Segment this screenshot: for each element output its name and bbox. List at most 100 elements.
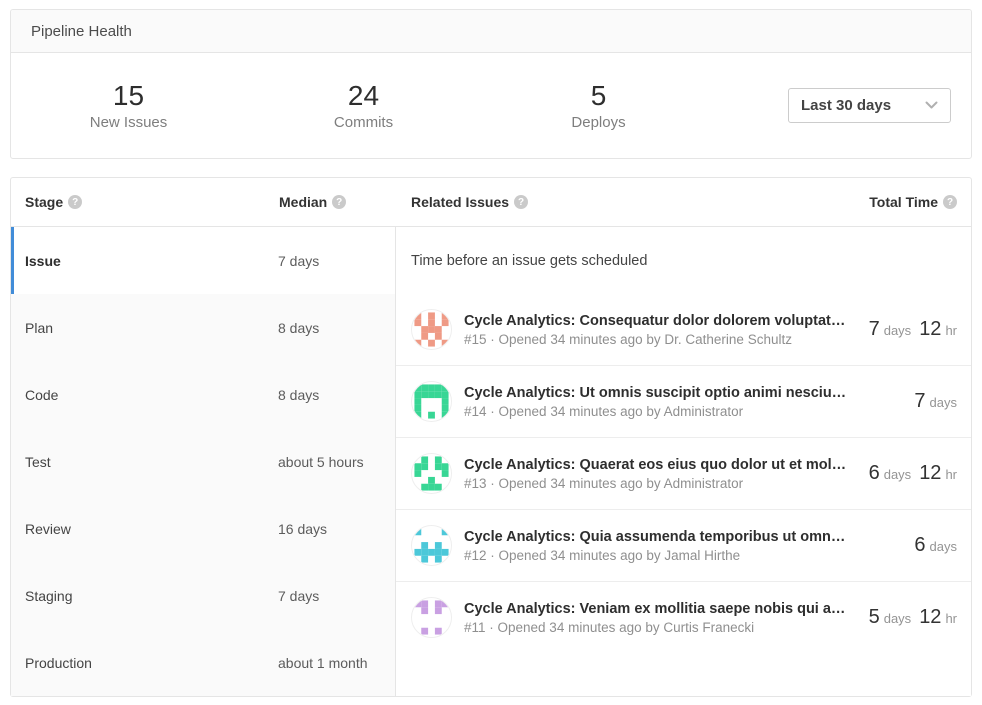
stat-label: Commits (246, 114, 481, 131)
events-panel: Time before an issue gets scheduled Cycl… (396, 227, 971, 696)
issue-meta-text: #13 · Opened 34 minutes ago by (464, 476, 661, 491)
author-avatar[interactable] (411, 453, 452, 494)
stage-name: Test (25, 454, 278, 470)
stage-name: Code (25, 387, 278, 403)
pipeline-health-card: Pipeline Health 15 New Issues 24 Commits… (10, 9, 972, 159)
issue-title-link[interactable]: Cycle Analytics: Quaerat eos eius quo do… (464, 457, 855, 473)
issue-author-link[interactable]: Jamal Hirthe (664, 548, 740, 563)
stage-row-production[interactable]: Production about 1 month (11, 629, 395, 696)
stat-label: Deploys (481, 114, 716, 131)
stage-row-test[interactable]: Test about 5 hours (11, 428, 395, 495)
issue-title-link[interactable]: Cycle Analytics: Consequatur dolor dolor… (464, 313, 855, 329)
total-time-value: 12 (919, 318, 941, 340)
stage-median: 7 days (278, 588, 395, 604)
issue-title-link[interactable]: Cycle Analytics: Veniam ex mollitia saep… (464, 601, 855, 617)
stage-row-issue[interactable]: Issue 7 days (11, 227, 395, 294)
total-time-unit: days (884, 611, 911, 626)
issue-total-time: 7days12hr (869, 318, 957, 341)
issue-author-link[interactable]: Administrator (664, 404, 744, 419)
stage-description: Time before an issue gets scheduled (396, 227, 971, 294)
pipeline-health-header: Pipeline Health (11, 10, 971, 53)
issue-list-item: Cycle Analytics: Consequatur dolor dolor… (396, 294, 971, 365)
stage-name: Plan (25, 320, 278, 336)
stage-name: Staging (25, 588, 278, 604)
help-icon[interactable]: ? (332, 195, 346, 209)
date-range-value: Last 30 days (801, 97, 891, 114)
author-avatar[interactable] (411, 381, 452, 422)
issue-list-item: Cycle Analytics: Quaerat eos eius quo do… (396, 437, 971, 509)
column-header-stage: Stage ? (11, 194, 279, 210)
table-body: Issue 7 days Plan 8 days Code 8 days Tes… (11, 227, 971, 696)
issue-meta-text: #12 · Opened 34 minutes ago by (464, 548, 661, 563)
stage-name: Issue (25, 253, 278, 269)
total-time-unit: days (930, 539, 957, 554)
stage-median: 16 days (278, 521, 395, 537)
stage-median: 8 days (278, 387, 395, 403)
issue-content: Cycle Analytics: Quia assumenda temporib… (464, 529, 900, 563)
stage-row-review[interactable]: Review 16 days (11, 495, 395, 562)
issue-content: Cycle Analytics: Consequatur dolor dolor… (464, 313, 855, 347)
author-avatar[interactable] (411, 597, 452, 638)
issue-meta-text: #15 · Opened 34 minutes ago by (464, 332, 661, 347)
median-column-label: Median (279, 194, 327, 210)
issue-content: Cycle Analytics: Quaerat eos eius quo do… (464, 457, 855, 491)
stat-value: 24 (246, 80, 481, 112)
issue-meta: #12 · Opened 34 minutes ago by Jamal Hir… (464, 548, 900, 563)
issue-list-item: Cycle Analytics: Quia assumenda temporib… (396, 509, 971, 581)
issue-total-time: 5 days 12 hr (869, 606, 957, 629)
issue-total-time: 7days (914, 390, 957, 413)
total-time-value: 5 (869, 606, 880, 628)
total-time-value: 12 (919, 606, 941, 628)
issue-list-item: Cycle Analytics: Veniam ex mollitia saep… (396, 581, 971, 653)
stage-median: 8 days (278, 320, 395, 336)
stage-row-plan[interactable]: Plan 8 days (11, 294, 395, 361)
page-title: Pipeline Health (31, 23, 132, 40)
stat-value: 15 (11, 80, 246, 112)
column-header-total-time: Total Time ? (869, 194, 957, 210)
column-header-related-issues: Related Issues ? (411, 194, 528, 210)
stat-card: 15 New Issues (11, 80, 246, 131)
issue-title-link[interactable]: Cycle Analytics: Quia assumenda temporib… (464, 529, 900, 545)
table-header-right: Related Issues ? Total Time ? (396, 194, 971, 210)
total-time-unit: hr (945, 323, 957, 338)
related-issues-column-label: Related Issues (411, 194, 509, 210)
total-time-value: 7 (914, 390, 925, 412)
total-time-unit: hr (945, 467, 957, 482)
total-time-value: 12 (919, 462, 941, 484)
stat-card: 5 Deploys (481, 80, 716, 131)
stat-card: 24 Commits (246, 80, 481, 131)
issue-total-time: 6 days (914, 534, 957, 557)
author-avatar[interactable] (411, 309, 452, 350)
issue-author-link[interactable]: Administrator (664, 476, 744, 491)
issue-author-link[interactable]: Dr. Catherine Schultz (664, 332, 792, 347)
issue-meta: #11 · Opened 34 minutes ago by Curtis Fr… (464, 620, 855, 635)
stage-median: about 1 month (278, 655, 395, 671)
stage-row-code[interactable]: Code 8 days (11, 361, 395, 428)
total-time-unit: hr (945, 611, 957, 626)
stage-column-label: Stage (25, 194, 63, 210)
stage-panel: Issue 7 days Plan 8 days Code 8 days Tes… (11, 227, 396, 696)
stats-row: 15 New Issues 24 Commits 5 Deploys Last … (11, 53, 971, 158)
issue-meta-text: #11 · Opened 34 minutes ago by (464, 620, 660, 635)
stage-row-staging[interactable]: Staging 7 days (11, 562, 395, 629)
issue-meta-text: #14 · Opened 34 minutes ago by (464, 404, 661, 419)
total-time-unit: days (884, 323, 911, 338)
chevron-down-icon (925, 101, 938, 110)
stage-median: about 5 hours (278, 454, 395, 470)
pipeline-health-page: Pipeline Health 15 New Issues 24 Commits… (0, 0, 982, 705)
total-time-unit: days (884, 467, 911, 482)
help-icon[interactable]: ? (68, 195, 82, 209)
issue-content: Cycle Analytics: Veniam ex mollitia saep… (464, 601, 855, 635)
total-time-value: 6 (914, 534, 925, 556)
issue-list-item: Cycle Analytics: Ut omnis suscipit optio… (396, 365, 971, 437)
issue-title-link[interactable]: Cycle Analytics: Ut omnis suscipit optio… (464, 385, 900, 401)
date-range-dropdown[interactable]: Last 30 days (788, 88, 951, 123)
total-time-value: 6 (869, 462, 880, 484)
author-avatar[interactable] (411, 525, 452, 566)
table-header-left: Stage ? Median ? (11, 194, 396, 210)
help-icon[interactable]: ? (943, 195, 957, 209)
issue-author-link[interactable]: Curtis Franecki (663, 620, 754, 635)
help-icon[interactable]: ? (514, 195, 528, 209)
stage-name: Production (25, 655, 278, 671)
stage-name: Review (25, 521, 278, 537)
